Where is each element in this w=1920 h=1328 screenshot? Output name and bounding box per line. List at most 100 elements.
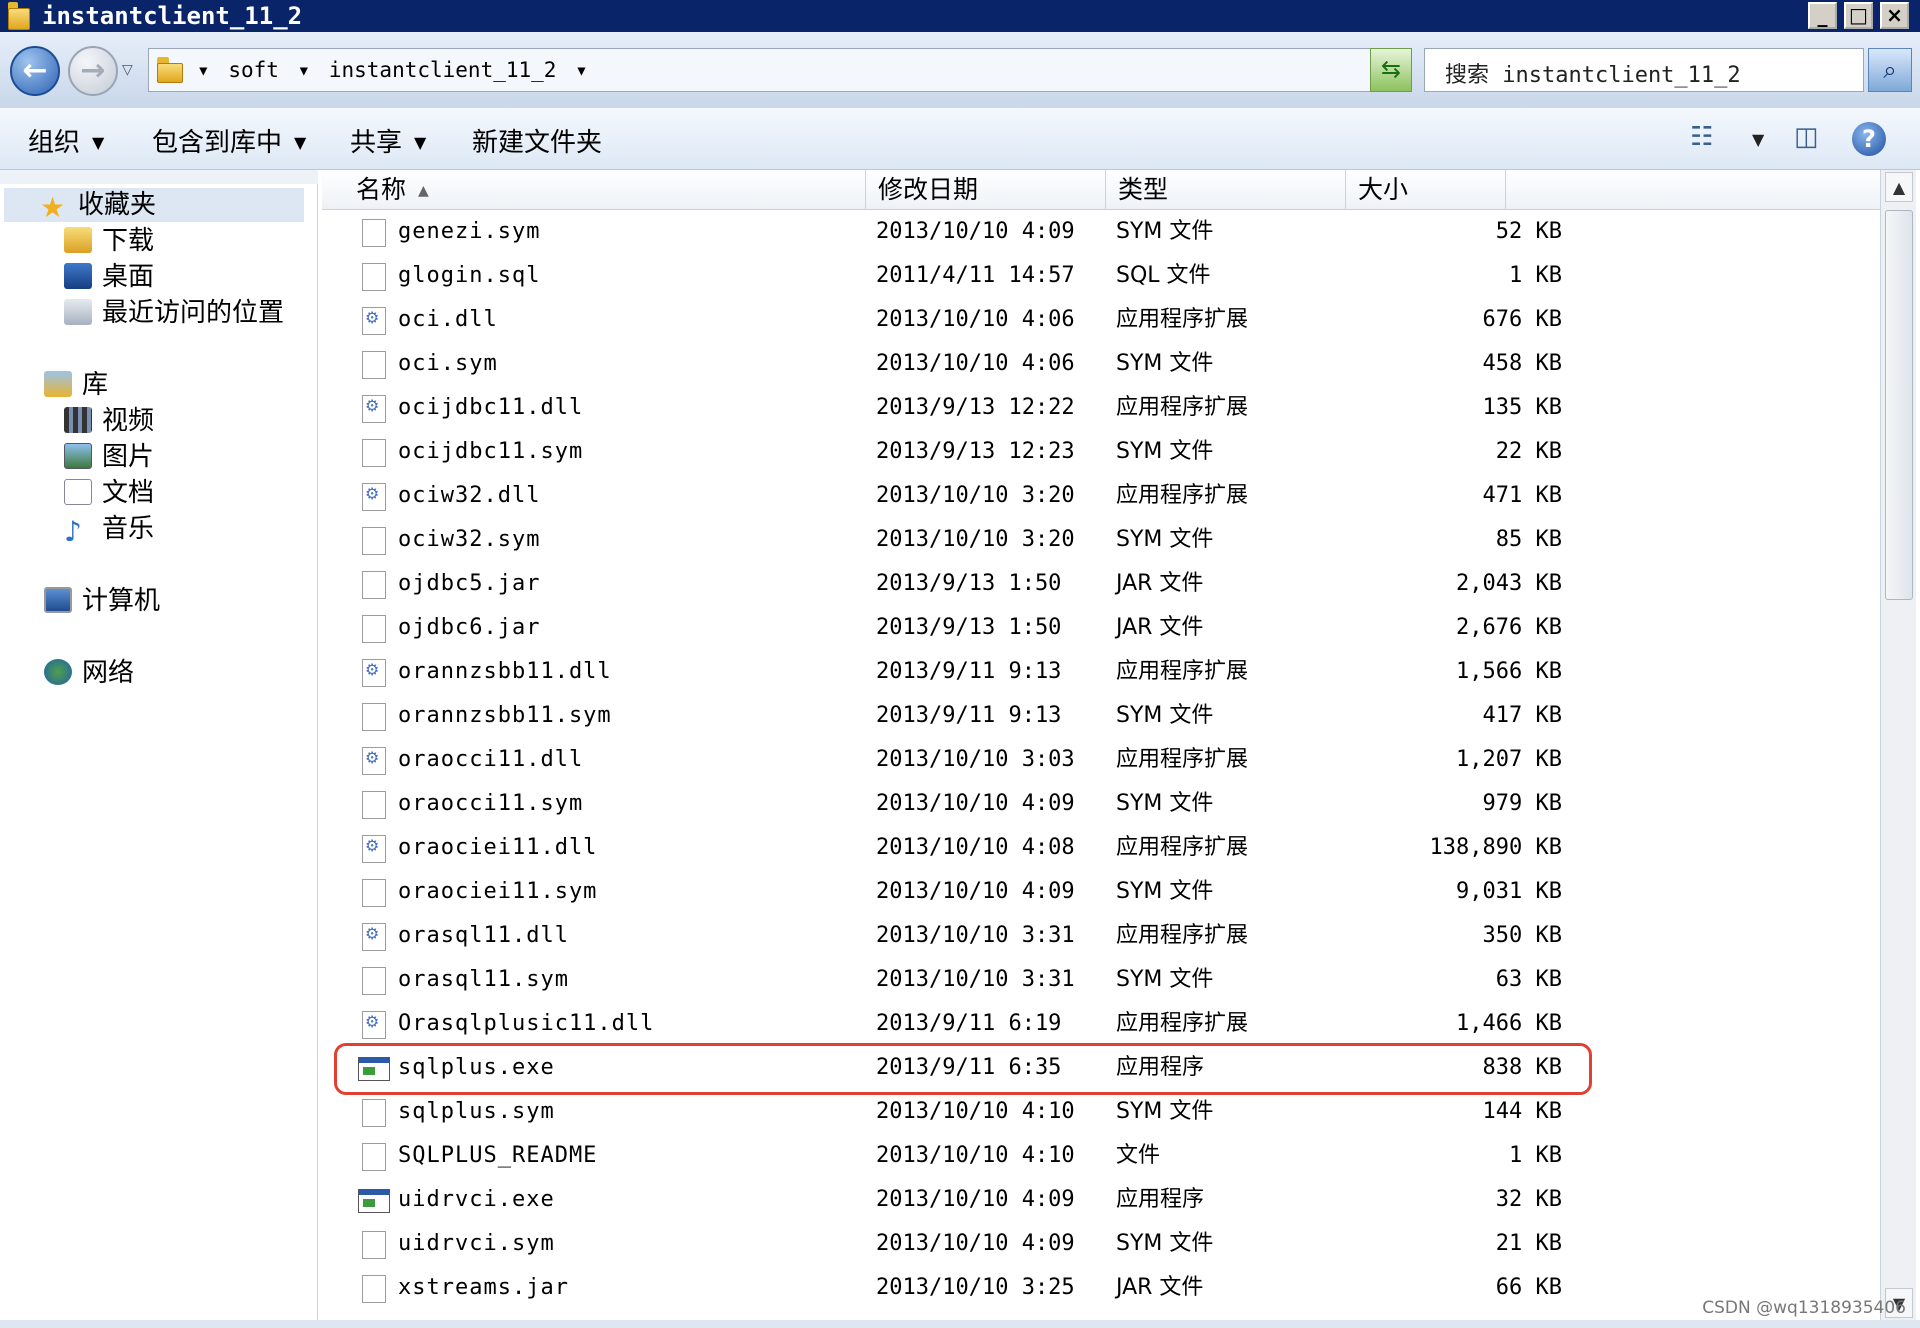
file-row[interactable]: orasql11.sym 2013/10/10 3:31 SYM 文件 63 KB (322, 958, 1880, 1002)
downloads-folder-icon (64, 227, 92, 253)
nav-label: 文档 (102, 478, 155, 508)
file-row[interactable]: orannzsbb11.sym 2013/9/11 9:13 SYM 文件 417 K… (322, 694, 1880, 738)
command-bar: 组织 ▼ 包含到库中 ▼ 共享 ▼ 新建文件夹 ☷ ▼ ◫ ? (0, 108, 1920, 170)
chevron-down-icon[interactable]: ▾ (298, 58, 311, 82)
application-icon (358, 1189, 390, 1213)
preview-pane-icon[interactable]: ◫ (1794, 122, 1819, 152)
file-row[interactable]: ociw32.sym 2013/10/10 3:20 SYM 文件 85 KB (322, 518, 1880, 562)
network-icon (44, 659, 72, 685)
column-header-name[interactable]: 名称 ▲ (322, 170, 866, 210)
file-size: 417 KB (1482, 703, 1562, 728)
forward-button[interactable]: → (68, 46, 118, 96)
file-row[interactable]: ocijdbc11.sym 2013/9/13 12:23 SYM 文件 22 KB (322, 430, 1880, 474)
file-row[interactable]: xstreams.jar 2013/10/10 3:25 JAR 文件 66 KB (322, 1266, 1880, 1310)
address-bar[interactable]: ▾ soft ▾ instantclient_11_2 ▾ ▼ (148, 48, 1408, 92)
file-type: SQL 文件 (1116, 263, 1211, 288)
nav-item-libraries[interactable]: 库 (44, 368, 108, 402)
file-date: 2013/10/10 3:03 (876, 747, 1075, 772)
nav-item-pictures[interactable]: 图片 (64, 440, 154, 474)
nav-item-favorites[interactable]: ★ 收藏夹 (4, 188, 304, 222)
file-row[interactable]: orasql11.dll 2013/10/10 3:31 应用程序扩展 350 KB (322, 914, 1880, 958)
minimize-button[interactable]: _ (1808, 2, 1837, 29)
file-type: SYM 文件 (1116, 527, 1214, 552)
chevron-down-icon[interactable]: ▾ (197, 58, 210, 82)
file-type: SYM 文件 (1116, 791, 1214, 816)
scrollbar-thumb[interactable] (1885, 210, 1913, 600)
vertical-scrollbar[interactable]: ▲ ▼ (1880, 170, 1916, 1320)
column-label: 修改日期 (878, 175, 979, 204)
nav-item-computer[interactable]: 计算机 (44, 584, 160, 618)
back-button[interactable]: ← (10, 46, 60, 96)
nav-item-music[interactable]: ♪ 音乐 (64, 512, 154, 546)
file-date: 2013/10/10 4:06 (876, 307, 1075, 332)
chevron-down-icon[interactable]: ▾ (575, 58, 588, 82)
file-size: 144 KB (1482, 1099, 1562, 1124)
organize-button[interactable]: 组织 ▼ (28, 122, 104, 159)
breadcrumb: ▾ soft ▾ instantclient_11_2 ▾ (197, 58, 594, 82)
chevron-down-icon[interactable]: ▼ (1752, 130, 1764, 149)
new-folder-button[interactable]: 新建文件夹 (472, 122, 602, 159)
share-button[interactable]: 共享 ▼ (350, 122, 426, 159)
file-type: SYM 文件 (1116, 439, 1214, 464)
help-icon[interactable]: ? (1852, 122, 1886, 156)
file-icon (362, 527, 386, 555)
refresh-button[interactable]: ⇆ (1370, 48, 1412, 92)
column-headers: 名称 ▲ 修改日期 类型 大小 (322, 170, 1880, 210)
nav-item-downloads[interactable]: 下载 (64, 224, 154, 258)
file-row[interactable]: sqlplus.exe 2013/9/11 6:35 应用程序 838 KB (322, 1043, 1880, 1095)
nav-item-network[interactable]: 网络 (44, 656, 134, 690)
nav-item-videos[interactable]: 视频 (64, 404, 154, 438)
file-row[interactable]: ojdbc6.jar 2013/9/13 1:50 JAR 文件 2,676 KB (322, 606, 1880, 650)
file-date: 2013/10/10 4:08 (876, 835, 1075, 860)
include-in-library-button[interactable]: 包含到库中 ▼ (152, 122, 306, 159)
file-row[interactable]: ociw32.dll 2013/10/10 3:20 应用程序扩展 471 KB (322, 474, 1880, 518)
file-row[interactable]: uidrvci.sym 2013/10/10 4:09 SYM 文件 21 KB (322, 1222, 1880, 1266)
file-size: 1 KB (1509, 263, 1562, 288)
file-row[interactable]: oraociei11.sym 2013/10/10 4:09 SYM 文件 9,031… (322, 870, 1880, 914)
file-row[interactable]: orannzsbb11.dll 2013/9/11 9:13 应用程序扩展 1,566… (322, 650, 1880, 694)
file-row[interactable]: oci.dll 2013/10/10 4:06 应用程序扩展 676 KB (322, 298, 1880, 342)
chevron-down-icon: ▼ (294, 133, 307, 152)
file-row[interactable]: genezi.sym 2013/10/10 4:09 SYM 文件 52 KB (322, 210, 1880, 254)
file-row[interactable]: ocijdbc11.dll 2013/9/13 12:22 应用程序扩展 135 KB (322, 386, 1880, 430)
nav-label: 音乐 (102, 514, 155, 544)
file-size: 138,890 KB (1429, 835, 1562, 860)
file-row[interactable]: oraociei11.dll 2013/10/10 4:08 应用程序扩展 138,8… (322, 826, 1880, 870)
breadcrumb-instantclient[interactable]: instantclient_11_2 (329, 58, 557, 82)
dll-file-icon (362, 923, 386, 951)
documents-icon (64, 479, 92, 505)
scroll-up-button[interactable]: ▲ (1885, 172, 1913, 202)
file-row[interactable]: uidrvci.exe 2013/10/10 4:09 应用程序 32 KB (322, 1178, 1880, 1222)
search-input[interactable]: 搜索 instantclient_11_2 (1424, 48, 1864, 92)
chevron-down-icon: ▼ (414, 133, 427, 152)
nav-item-recent[interactable]: 最近访问的位置 (64, 296, 284, 330)
libraries-icon (44, 371, 72, 397)
nav-item-desktop[interactable]: 桌面 (64, 260, 154, 294)
nav-item-documents[interactable]: 文档 (64, 476, 154, 510)
recent-pages-dropdown-icon[interactable]: ▽ (122, 62, 133, 78)
file-row[interactable]: oraocci11.sym 2013/10/10 4:09 SYM 文件 979 KB (322, 782, 1880, 826)
breadcrumb-soft[interactable]: soft (228, 58, 279, 82)
column-label: 类型 (1118, 175, 1169, 204)
file-type: 应用程序扩展 (1116, 395, 1249, 420)
column-header-type[interactable]: 类型 (1106, 170, 1346, 210)
search-icon[interactable]: ⌕ (1868, 48, 1912, 92)
file-name: ociw32.sym (398, 527, 541, 552)
file-row[interactable]: oci.sym 2013/10/10 4:06 SYM 文件 458 KB (322, 342, 1880, 386)
file-row[interactable]: sqlplus.sym 2013/10/10 4:10 SYM 文件 144 KB (322, 1090, 1880, 1134)
maximize-button[interactable]: □ (1844, 2, 1873, 29)
close-button[interactable]: × (1880, 2, 1909, 29)
column-header-date[interactable]: 修改日期 (866, 170, 1106, 210)
column-header-size[interactable]: 大小 (1346, 170, 1506, 210)
view-options-icon[interactable]: ☷ (1690, 122, 1713, 152)
file-date: 2013/10/10 4:10 (876, 1099, 1075, 1124)
file-row[interactable]: ojdbc5.jar 2013/9/13 1:50 JAR 文件 2,043 KB (322, 562, 1880, 606)
dll-file-icon (362, 835, 386, 863)
file-size: 66 KB (1495, 1275, 1562, 1300)
file-row[interactable]: oraocci11.dll 2013/10/10 3:03 应用程序扩展 1,207 … (322, 738, 1880, 782)
dll-file-icon (362, 395, 386, 423)
file-row[interactable]: Orasqlplusic11.dll 2013/9/11 6:19 应用程序扩展 1,… (322, 1002, 1880, 1046)
file-row[interactable]: SQLPLUS_README 2013/10/10 4:10 文件 1 KB (322, 1134, 1880, 1178)
navigation-pane: ★ 收藏夹 下载 桌面 最近访问的位置 库 视频 图片 文档 ♪ 音乐 计算机 网络 (0, 170, 318, 1320)
file-row[interactable]: glogin.sql 2011/4/11 14:57 SQL 文件 1 KB (322, 254, 1880, 298)
